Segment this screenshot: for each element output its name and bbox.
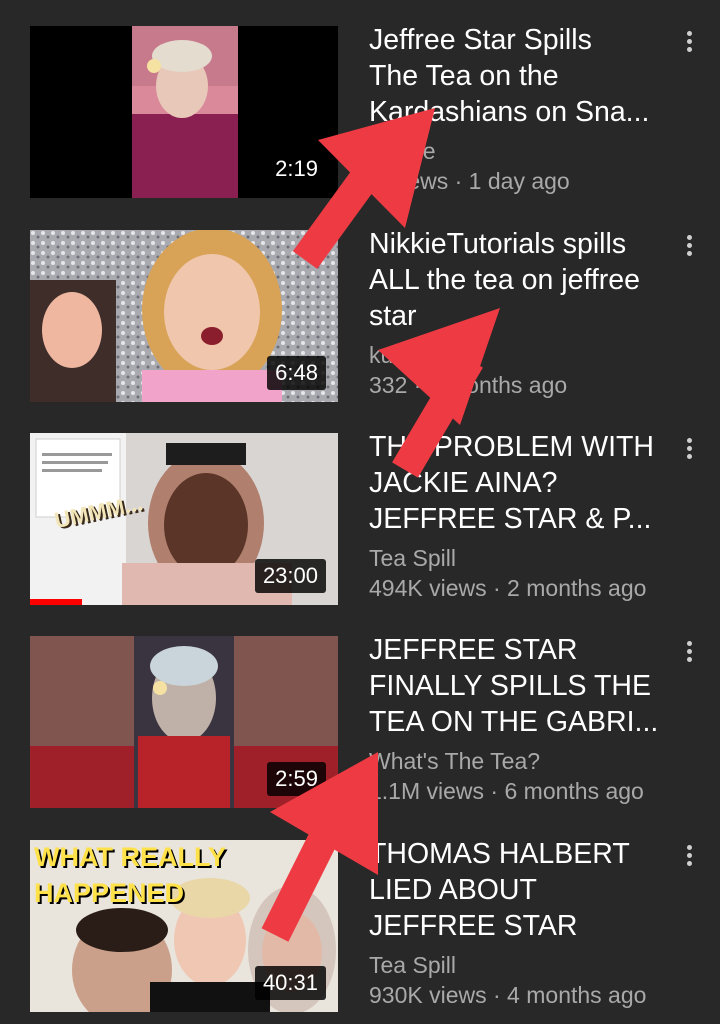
video-title[interactable]: NikkieTutorials spills ALL the tea on je… [369,226,669,334]
video-thumbnail[interactable]: 2:59 [30,636,338,808]
more-vert-icon[interactable] [682,638,696,668]
more-vert-icon[interactable] [682,232,696,262]
video-thumbnail[interactable]: UMMM... 23:00 [30,433,338,605]
video-title[interactable]: JEFFREE STAR FINALLY SPILLS THE TEA ON T… [369,632,669,740]
channel-name[interactable]: Tea Spill [369,545,456,572]
thumbnail-overlay-text: HAPPENED [34,878,185,908]
video-duration: 2:19 [267,152,326,186]
video-item[interactable]: UMMM... 23:00 THE PROBLEM WITH JACKIE AI… [0,431,720,613]
video-meta: 494K views · 2 months ago [369,575,647,601]
channel-name[interactable]: Tea Spill [369,952,456,979]
video-duration: 23:00 [254,559,326,593]
video-thumbnail[interactable]: WHAT REALLY HAPPENED 40:31 [30,840,338,1012]
video-item[interactable]: WHAT REALLY HAPPENED 40:31 THOMAS HALBER… [0,838,720,1020]
video-thumbnail[interactable]: 6:48 [30,230,338,402]
video-meta: K views · 1 day ago [369,168,570,194]
video-title[interactable]: Jeffree Star Spills The Tea on the Karda… [369,22,669,130]
more-vert-icon[interactable] [682,28,696,58]
video-meta: 1.1M views · 6 months ago [369,778,644,804]
video-title[interactable]: THE PROBLEM WITH JACKIE AINA? JEFFREE ST… [369,429,669,537]
video-item[interactable]: 6:48 NikkieTutorials spills ALL the tea … [0,228,720,410]
video-title[interactable]: THOMAS HALBERT LIED ABOUT JEFFREE STAR [369,836,669,944]
channel-name[interactable]: kucki t [369,342,434,369]
video-item[interactable]: 2:19 Jeffree Star Spills The Tea on the … [0,24,720,206]
more-vert-icon[interactable] [682,435,696,465]
video-duration: 2:59 [267,762,326,796]
thumbnail-overlay-text: WHAT REALLY [34,842,226,872]
channel-name[interactable]: What's The Tea? [369,748,540,775]
video-duration: 40:31 [254,966,326,1000]
video-item[interactable]: 2:59 JEFFREE STAR FINALLY SPILLS THE TEA… [0,634,720,816]
video-duration: 6:48 [267,356,326,390]
video-thumbnail[interactable]: 2:19 [30,26,338,198]
video-feed: 2:19 Jeffree Star Spills The Tea on the … [0,0,720,1024]
channel-name[interactable]: Shade [369,138,436,165]
watch-progress-bar [30,599,83,605]
video-meta: 332 · 6 months ago [369,372,568,398]
video-meta: 930K views · 4 months ago [369,982,647,1008]
more-vert-icon[interactable] [682,842,696,872]
